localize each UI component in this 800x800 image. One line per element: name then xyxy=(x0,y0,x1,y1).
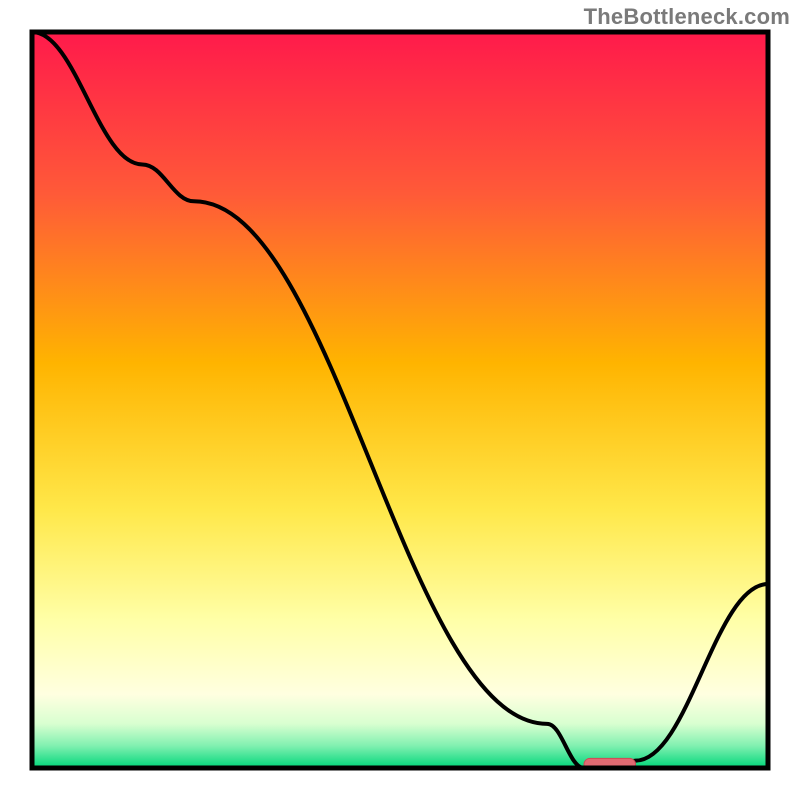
watermark-text: TheBottleneck.com xyxy=(584,4,790,30)
plot-background xyxy=(32,32,768,768)
chart-svg xyxy=(0,0,800,800)
chart-stage: TheBottleneck.com xyxy=(0,0,800,800)
